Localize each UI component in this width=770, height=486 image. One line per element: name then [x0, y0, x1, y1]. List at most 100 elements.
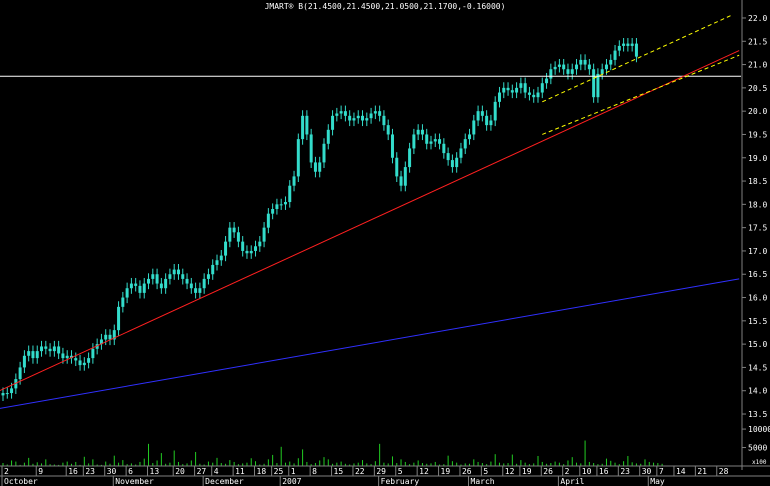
candle-body: [626, 43, 630, 46]
candle-body: [271, 209, 275, 214]
chart-window: JMART® B(21.4500,21.4500,21.0500,21.1700…: [0, 0, 770, 486]
candle-body: [386, 125, 390, 135]
date-tick-label: 23: [620, 467, 630, 476]
candle-body: [181, 274, 185, 279]
candle-body: [472, 120, 476, 135]
trendline: [0, 278, 740, 409]
candle-body: [356, 115, 360, 119]
date-tick-label: 5: [398, 467, 403, 476]
candle-body: [369, 113, 373, 119]
stock-chart[interactable]: JMART® B(21.4500,21.4500,21.0500,21.1700…: [0, 0, 770, 486]
candle-body: [125, 288, 129, 298]
candle-body: [82, 362, 86, 366]
candle-body: [35, 351, 39, 359]
candle-body: [52, 346, 56, 352]
candle-body: [622, 43, 626, 46]
candle-body: [613, 50, 617, 60]
candle-body: [138, 285, 142, 293]
candle-body: [506, 87, 510, 91]
candle-body: [485, 115, 489, 126]
candle-body: [382, 115, 386, 126]
date-tick-label: 28: [719, 467, 729, 476]
date-tick-label: 26: [462, 467, 472, 476]
candle-body: [249, 250, 253, 254]
candle-body: [322, 143, 326, 163]
candle-body: [129, 283, 133, 289]
candle-body: [519, 83, 523, 88]
candle-body: [557, 64, 561, 67]
date-tick-label: 23: [85, 467, 95, 476]
candle-body: [480, 111, 484, 116]
candle-body: [176, 269, 180, 275]
candle-body: [164, 278, 168, 289]
candle-body: [18, 367, 22, 380]
candle-body: [425, 134, 429, 144]
candle-body: [74, 358, 78, 361]
date-tick-label: 29: [376, 467, 386, 476]
date-tick-label: 2: [565, 467, 570, 476]
price-tick-label: 19.0: [748, 154, 767, 163]
chart-title: JMART® B(21.4500,21.4500,21.0500,21.1700…: [265, 2, 506, 11]
price-candles: [1, 38, 638, 401]
candle-body: [254, 246, 258, 251]
candle-body: [570, 69, 574, 74]
candle-body: [1, 393, 5, 396]
candle-body: [232, 227, 236, 233]
candle-body: [438, 139, 442, 144]
month-tick-label: November: [115, 477, 154, 486]
candle-body: [241, 241, 245, 251]
date-tick-label: 9: [38, 467, 43, 476]
price-tick-label: 15.5: [748, 317, 767, 326]
date-tick-label: 19: [522, 467, 532, 476]
candle-body: [540, 83, 544, 93]
price-tick-label: 21.5: [748, 37, 767, 46]
candle-body: [189, 283, 193, 289]
candle-body: [61, 353, 65, 359]
candle-body: [348, 115, 352, 121]
candle-body: [78, 360, 82, 366]
candle-body: [553, 66, 557, 70]
candle-body: [566, 69, 570, 74]
candle-body: [515, 87, 519, 93]
date-tick-label: 13: [150, 467, 160, 476]
candle-body: [403, 167, 407, 186]
candle-body: [395, 157, 399, 177]
candle-body: [117, 306, 121, 331]
price-tick-label: 18.5: [748, 177, 767, 186]
candle-body: [536, 92, 540, 98]
date-tick-label: 20: [175, 467, 185, 476]
candle-body: [378, 111, 382, 116]
candle-body: [562, 64, 566, 70]
candle-body: [600, 69, 604, 74]
volume-tick-label: 10000: [748, 425, 770, 434]
candle-body: [343, 111, 347, 116]
date-tick-label: 12: [505, 467, 515, 476]
candle-body: [65, 355, 69, 359]
candle-body: [399, 176, 403, 186]
date-tick-label: 16: [68, 467, 78, 476]
candle-body: [450, 160, 454, 168]
candle-body: [604, 64, 608, 70]
candle-body: [446, 153, 450, 161]
candle-body: [532, 94, 536, 98]
candle-body: [361, 115, 365, 121]
candle-body: [527, 92, 531, 95]
date-tick-label: 30: [642, 467, 652, 476]
candle-body: [390, 134, 394, 158]
candle-body: [442, 143, 446, 154]
candle-body: [583, 59, 587, 65]
candle-body: [326, 129, 330, 144]
price-tick-label: 17.5: [748, 224, 767, 233]
price-tick-label: 20.0: [748, 107, 767, 116]
candle-body: [147, 278, 151, 284]
candle-body: [22, 355, 26, 368]
volume-tick-label: 5000: [748, 444, 767, 453]
candle-body: [408, 148, 412, 168]
candle-body: [155, 274, 159, 284]
candle-body: [476, 111, 480, 121]
price-tick-label: 22.0: [748, 14, 767, 23]
candle-body: [185, 278, 189, 284]
candle-body: [258, 241, 262, 247]
date-tick-label: 21: [697, 467, 707, 476]
candle-body: [262, 227, 266, 242]
